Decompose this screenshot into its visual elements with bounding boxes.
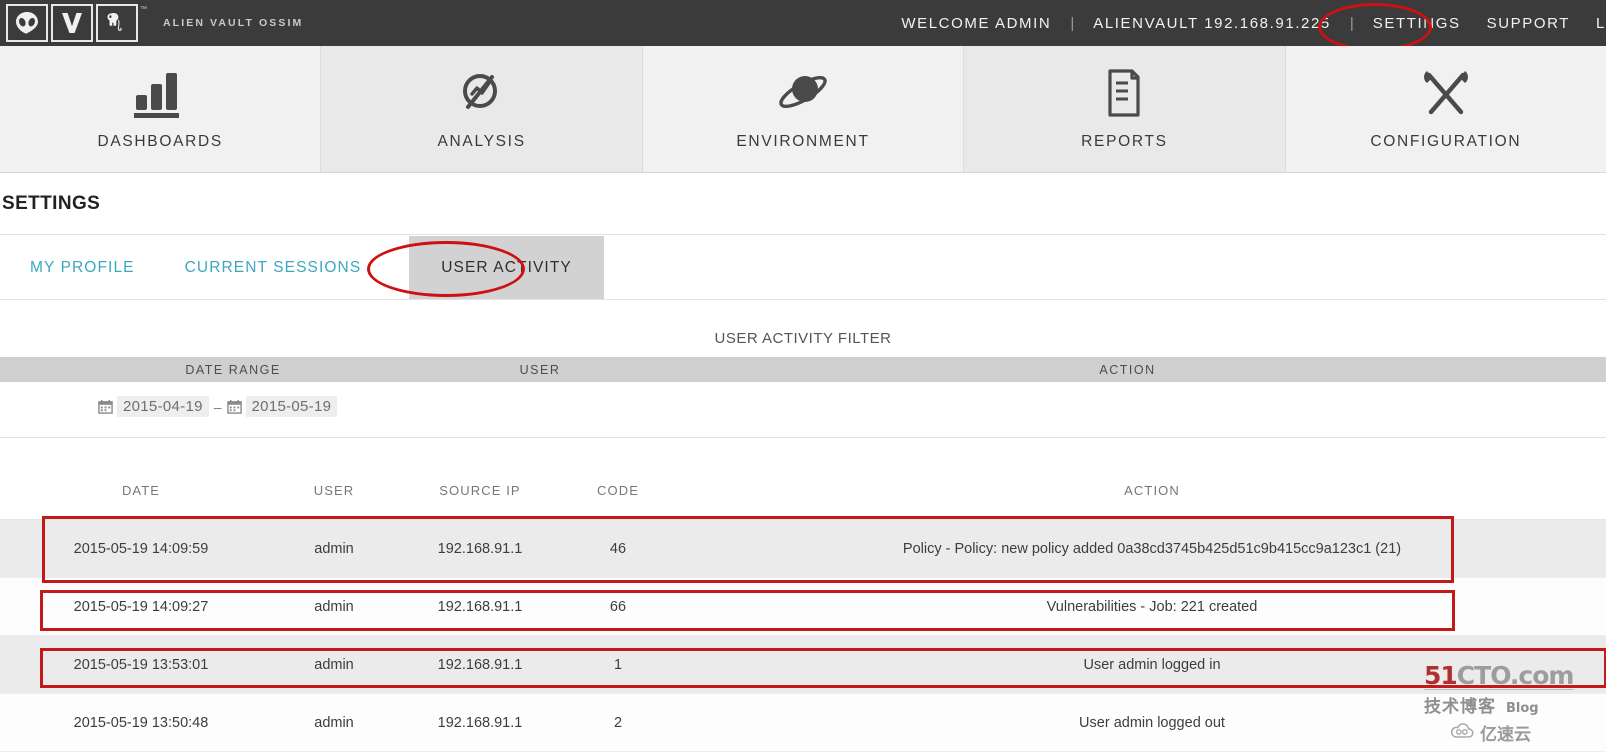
planet-icon <box>774 67 832 119</box>
alienvault-logo[interactable]: ™ ALIEN VAULT OSSIM <box>0 4 303 42</box>
brand-name: ALIEN VAULT OSSIM <box>163 17 304 29</box>
document-report-icon <box>1098 67 1150 119</box>
nav-environment-label: ENVIRONMENT <box>736 133 870 150</box>
calendar-icon <box>226 399 242 414</box>
cell-date: 2015-05-19 14:09:59 <box>73 540 209 557</box>
cell-action: User admin logged in <box>1083 656 1221 673</box>
column-header-source-ip: SOURCE IP <box>439 483 521 498</box>
cell-source-ip: 192.168.91.1 <box>437 656 523 673</box>
nav-settings-link[interactable]: SETTINGS <box>1360 15 1474 32</box>
column-header-user: USER <box>313 483 355 498</box>
column-header-action: ACTION <box>1124 483 1180 498</box>
cell-date: 2015-05-19 14:09:27 <box>73 598 209 615</box>
top-right-nav: WELCOME ADMIN | ALIENVAULT 192.168.91.22… <box>888 15 1606 32</box>
settings-tabs: MY PROFILE CURRENT SESSIONS USER ACTIVIT… <box>0 236 1606 300</box>
cell-action: User admin logged out <box>1079 714 1225 731</box>
filter-title: USER ACTIVITY FILTER <box>714 330 892 347</box>
date-from-input[interactable]: 2015-04-19 <box>117 396 209 417</box>
cell-source-ip: 192.168.91.1 <box>437 714 523 731</box>
nav-analysis-label: ANALYSIS <box>437 133 526 150</box>
nav-analysis[interactable]: ANALYSIS <box>321 46 643 172</box>
trademark-mark: ™ <box>140 6 147 13</box>
alienvault-host-label: ALIENVAULT 192.168.91.225 <box>1093 14 1331 32</box>
nav-reports[interactable]: REPORTS <box>964 46 1286 172</box>
cell-code: 1 <box>613 656 623 673</box>
filter-header-date-range: DATE RANGE <box>185 362 281 377</box>
tab-my-profile[interactable]: MY PROFILE <box>0 236 163 299</box>
tab-user-activity[interactable]: USER ACTIVITY <box>409 236 604 299</box>
cell-action: Vulnerabilities - Job: 221 created <box>1046 598 1258 615</box>
filter-header-row: DATE RANGE USER ACTION <box>0 357 1606 382</box>
column-header-date: DATE <box>121 483 161 498</box>
table-row[interactable]: 2015-05-19 13:53:01 admin 192.168.91.1 1… <box>0 636 1606 694</box>
date-range-separator: – <box>213 398 222 415</box>
cell-code: 66 <box>609 598 627 615</box>
nav-environment[interactable]: ENVIRONMENT <box>642 46 965 172</box>
table-row[interactable]: 2015-05-19 14:09:59 admin 192.168.91.1 4… <box>0 520 1606 578</box>
date-range-picker[interactable]: 2015-04-19 – 2015-05-19 <box>98 396 338 417</box>
tools-icon <box>1419 67 1473 119</box>
filter-header-user: USER <box>519 362 561 377</box>
nav-separator-1: | <box>1070 14 1075 32</box>
user-activity-table: DATE USER SOURCE IP CODE ACTION 2015-05-… <box>0 462 1606 752</box>
bar-chart-icon <box>132 67 188 119</box>
cell-user: admin <box>314 656 354 673</box>
page-title: SETTINGS <box>2 192 101 214</box>
nav-logout-link[interactable]: L <box>1583 15 1606 32</box>
date-to-input[interactable]: 2015-05-19 <box>245 396 338 417</box>
nav-reports-label: REPORTS <box>1081 133 1168 150</box>
cell-source-ip: 192.168.91.1 <box>437 540 523 557</box>
tab-current-sessions[interactable]: CURRENT SESSIONS <box>163 236 384 299</box>
letter-v-icon <box>51 4 93 42</box>
cell-source-ip: 192.168.91.1 <box>437 598 523 615</box>
column-header-code: CODE <box>597 483 639 498</box>
cell-user: admin <box>314 714 354 731</box>
nav-configuration-label: CONFIGURATION <box>1370 133 1522 150</box>
module-nav: DASHBOARDS ANALYSIS ENVIRONMENT REPORTS … <box>0 46 1606 173</box>
nav-dashboards-label: DASHBOARDS <box>97 133 223 150</box>
top-header-bar: ™ ALIEN VAULT OSSIM WELCOME ADMIN | ALIE… <box>0 0 1606 46</box>
table-row[interactable]: 2015-05-19 14:09:27 admin 192.168.91.1 6… <box>0 578 1606 636</box>
alien-head-icon <box>6 4 48 42</box>
cell-code: 46 <box>609 540 627 557</box>
calendar-icon <box>98 399 113 414</box>
table-row[interactable]: 2015-05-19 13:50:48 admin 192.168.91.1 2… <box>0 694 1606 752</box>
nav-dashboards[interactable]: DASHBOARDS <box>0 46 322 172</box>
filter-header-action: ACTION <box>1099 362 1156 377</box>
cell-code: 2 <box>613 714 623 731</box>
magnifier-analysis-icon <box>454 67 510 119</box>
nav-support-link[interactable]: SUPPORT <box>1474 15 1583 32</box>
cell-action: Policy - Policy: new policy added 0a38cd… <box>902 540 1402 557</box>
cell-date: 2015-05-19 13:50:48 <box>73 714 209 731</box>
table-header-row: DATE USER SOURCE IP CODE ACTION <box>0 462 1606 520</box>
page-title-bar: SETTINGS <box>0 173 1606 235</box>
cell-user: admin <box>314 540 354 557</box>
cell-user: admin <box>314 598 354 615</box>
elephant-icon <box>96 4 138 42</box>
nav-configuration[interactable]: CONFIGURATION <box>1285 46 1606 172</box>
cell-date: 2015-05-19 13:53:01 <box>73 656 209 673</box>
welcome-admin-label: WELCOME ADMIN <box>901 14 1052 32</box>
filter-controls-row: 2015-04-19 – 2015-05-19 All <box>0 382 1606 438</box>
ossim-settings-page: ™ ALIEN VAULT OSSIM WELCOME ADMIN | ALIE… <box>0 0 1606 753</box>
nav-separator-2: | <box>1349 14 1354 32</box>
